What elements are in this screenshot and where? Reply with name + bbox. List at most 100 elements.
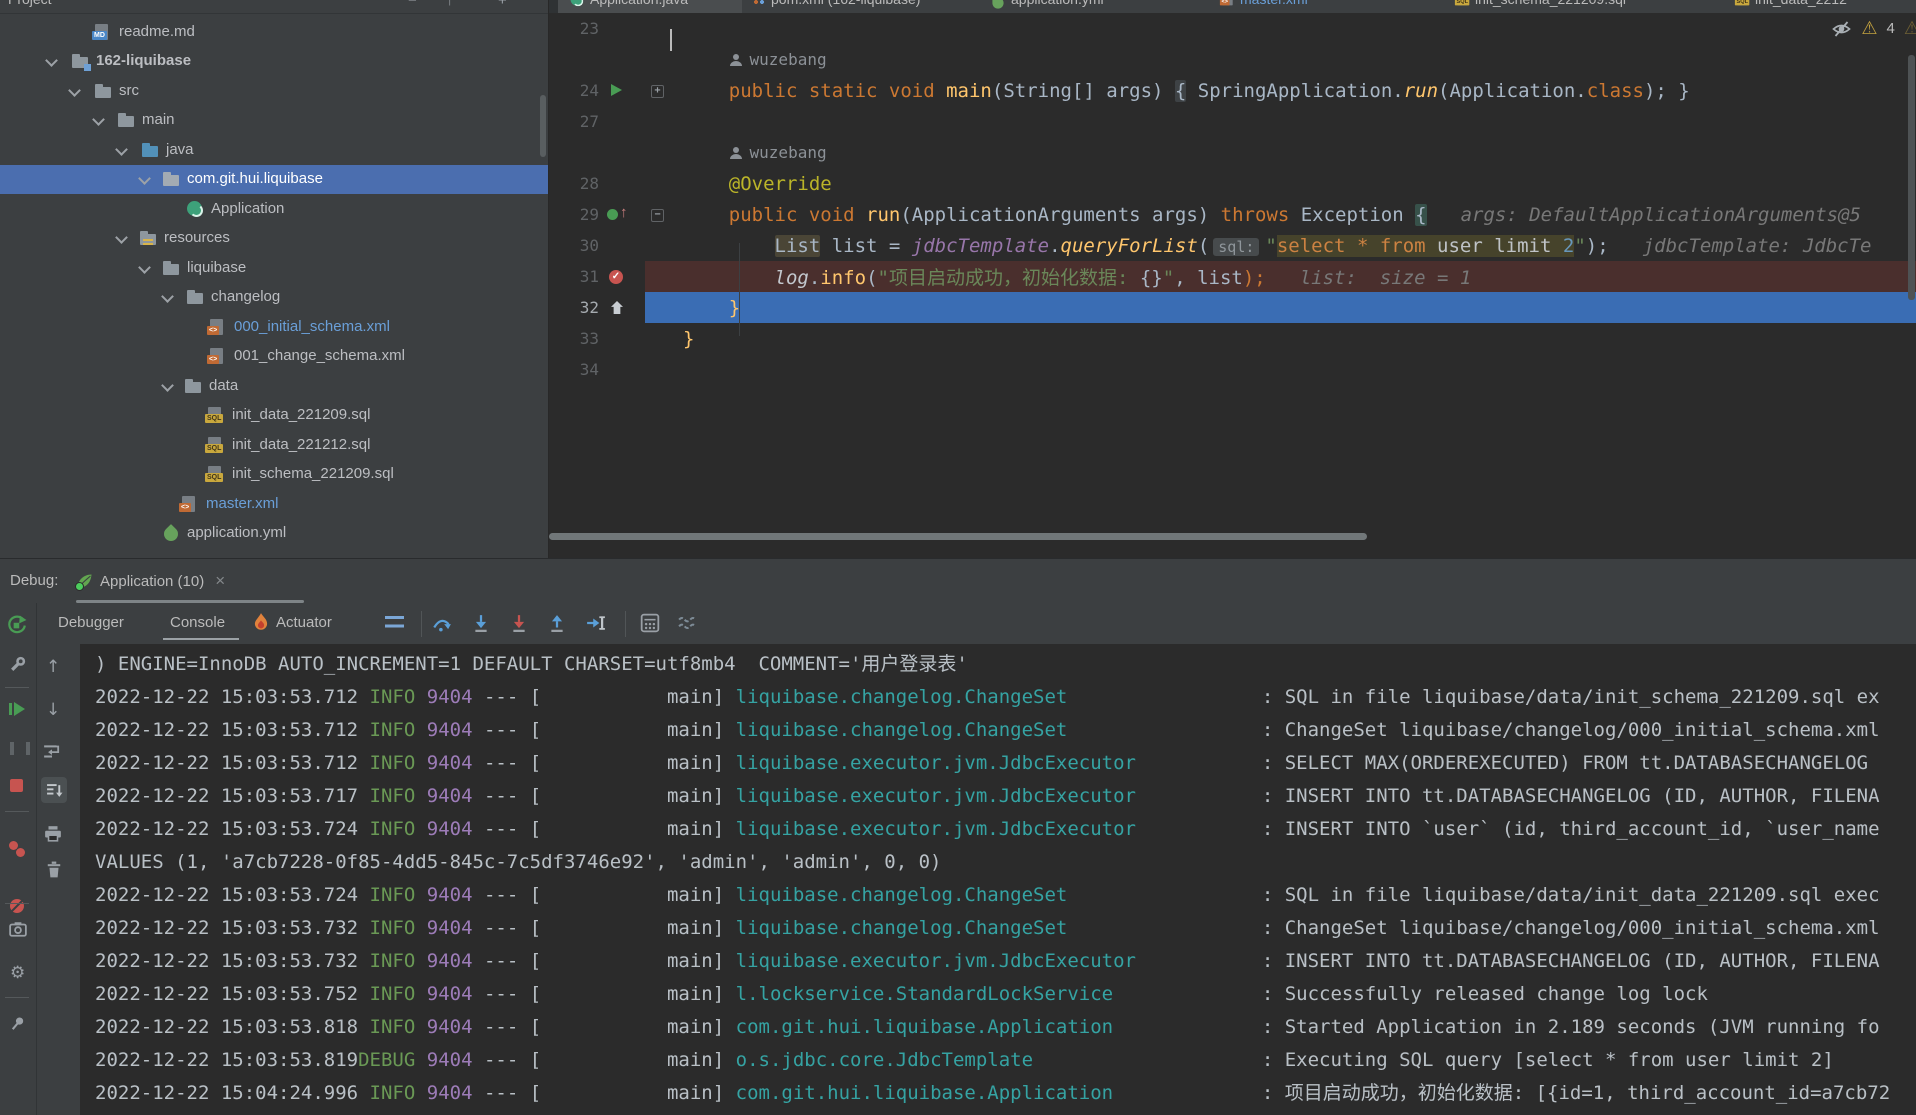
- rail-separator: [5, 811, 29, 812]
- tree-item-main[interactable]: main: [0, 106, 548, 135]
- tree-scrollbar[interactable]: [540, 95, 546, 157]
- tree-item-readme[interactable]: readme.md: [0, 18, 548, 47]
- folder-icon: [118, 112, 135, 128]
- breakpoint-icon[interactable]: ✓: [609, 270, 623, 284]
- actuator-flame-icon: [254, 613, 268, 630]
- tree-item-000-initial-schema[interactable]: 000_initial_schema.xml: [0, 313, 548, 342]
- tree-item-label: src: [119, 82, 139, 99]
- soft-wrap-icon[interactable]: [43, 743, 61, 759]
- collapse-all-icon[interactable]: −: [408, 0, 417, 9]
- sql-file-icon: [205, 407, 224, 423]
- view-breakpoints-icon[interactable]: [9, 841, 25, 857]
- tab-application-java[interactable]: Application.java: [558, 0, 743, 13]
- force-step-into-icon[interactable]: [510, 614, 528, 632]
- scroll-to-end-icon[interactable]: [46, 782, 63, 799]
- tree-item-java[interactable]: java: [0, 136, 548, 165]
- fold-expand-icon[interactable]: +: [651, 85, 664, 98]
- tree-item-src[interactable]: src: [0, 77, 548, 106]
- chevron-down-icon[interactable]: [45, 54, 58, 67]
- tree-item-liquibase[interactable]: liquibase: [0, 254, 548, 283]
- chevron-down-icon[interactable]: [161, 290, 174, 303]
- tree-item-application-yml[interactable]: application.yml: [0, 519, 548, 548]
- settings-wrench-icon[interactable]: [9, 656, 26, 673]
- pin-tab-icon[interactable]: [9, 1015, 26, 1032]
- line-number: 24: [579, 81, 599, 100]
- tree-item-init-data-221212[interactable]: init_data_221212.sql: [0, 431, 548, 460]
- rerun-icon[interactable]: [7, 615, 27, 635]
- debug-session-tab[interactable]: Application (10) ×: [75, 564, 225, 598]
- editor-horizontal-scrollbar[interactable]: [549, 533, 1367, 540]
- scroll-to-source-icon[interactable]: ↑: [446, 0, 454, 9]
- tree-item-changelog[interactable]: changelog: [0, 283, 548, 312]
- close-icon[interactable]: ×: [215, 571, 225, 591]
- tab-actuator[interactable]: Actuator: [276, 614, 332, 631]
- highlighting-off-eye-icon[interactable]: [1831, 19, 1852, 39]
- tree-item-label: 001_change_schema.xml: [234, 347, 405, 364]
- chevron-down-icon[interactable]: [138, 261, 151, 274]
- hide-panel-icon[interactable]: +: [498, 0, 507, 9]
- stop-icon[interactable]: [10, 779, 23, 792]
- editor-vertical-scrollbar[interactable]: [1908, 55, 1915, 300]
- tab-label: init_schema_221209.sql: [1475, 0, 1626, 7]
- layout-settings-icon[interactable]: [385, 616, 404, 630]
- next-occurrence-icon[interactable]: ↓: [46, 700, 60, 720]
- chevron-down-icon[interactable]: [115, 231, 128, 244]
- chevron-down-icon[interactable]: [161, 379, 174, 392]
- tab-init-data-sql[interactable]: init_data_2212: [1725, 0, 1916, 13]
- ide-window: Project − ↑ + readme.md 162-liquibase sr…: [0, 0, 1916, 1115]
- tab-init-schema-sql[interactable]: init_schema_221209.sql: [1445, 0, 1726, 13]
- debugger-settings-gear-icon[interactable]: ⚙: [10, 963, 25, 983]
- console-line: 2022-12-22 15:03:53.732 INFO 9404 --- [ …: [95, 950, 1880, 972]
- tree-item-master-xml[interactable]: master.xml: [0, 490, 548, 519]
- toolbar-separator: [421, 611, 422, 637]
- print-icon[interactable]: [44, 825, 62, 842]
- run-to-cursor-icon[interactable]: [586, 614, 606, 632]
- tree-item-label: init_schema_221209.sql: [232, 465, 394, 482]
- text-caret: [670, 29, 672, 51]
- tab-debugger[interactable]: Debugger: [58, 614, 124, 631]
- mute-breakpoints-icon[interactable]: [10, 899, 24, 913]
- prev-occurrence-icon[interactable]: ↑: [46, 657, 60, 677]
- line-number: 28: [579, 174, 599, 193]
- tab-application-yml[interactable]: application.yml: [980, 0, 1211, 13]
- thread-dump-camera-icon[interactable]: [9, 921, 27, 937]
- step-out-icon[interactable]: [548, 614, 566, 632]
- console-output[interactable]: ) ENGINE=InnoDB AUTO_INCREMENT=1 DEFAULT…: [80, 644, 1916, 1115]
- implementing-method-icon[interactable]: [607, 209, 618, 220]
- tree-item-resources[interactable]: resources: [0, 224, 548, 253]
- tab-console[interactable]: Console: [170, 614, 225, 631]
- pause-program-icon[interactable]: [10, 742, 30, 755]
- toolbar-separator: [625, 611, 626, 637]
- tab-pom-xml[interactable]: pom.xml (162-liquibase): [742, 0, 981, 13]
- spring-boot-run-icon: [75, 573, 93, 591]
- inspection-widget[interactable]: ⚠ 4 ⚠: [1831, 18, 1916, 39]
- tree-item-package-selected[interactable]: com.git.hui.liquibase: [0, 165, 548, 194]
- override-arrow-icon[interactable]: ↑: [620, 204, 628, 221]
- chevron-down-icon[interactable]: [138, 172, 151, 185]
- step-into-icon[interactable]: [472, 614, 490, 632]
- resume-program-icon[interactable]: [9, 702, 25, 716]
- tab-master-xml[interactable]: master.xml: [1210, 0, 1446, 13]
- console-tab-underline: [163, 638, 239, 640]
- tree-item-init-data-221209[interactable]: init_data_221209.sql: [0, 401, 548, 430]
- tab-label: application.yml: [1011, 0, 1104, 7]
- muted-watches-icon[interactable]: [678, 615, 698, 631]
- tree-item-001-change-schema[interactable]: 001_change_schema.xml: [0, 342, 548, 371]
- folder-icon: [185, 378, 202, 394]
- chevron-down-icon[interactable]: [115, 143, 128, 156]
- chevron-down-icon[interactable]: [68, 84, 81, 97]
- tree-item-data[interactable]: data: [0, 372, 548, 401]
- chevron-down-icon[interactable]: [92, 113, 105, 126]
- debug-tool-window: Debug: Application (10) × Debugger Conso…: [0, 558, 1916, 1115]
- step-over-icon[interactable]: [432, 614, 452, 632]
- run-main-icon[interactable]: [611, 84, 622, 96]
- weak-warning-icon: ⚠: [1903, 18, 1916, 38]
- tree-item-init-schema-221209[interactable]: init_schema_221209.sql: [0, 460, 548, 489]
- tree-item-162-liquibase[interactable]: 162-liquibase: [0, 47, 548, 76]
- tree-item-label: java: [166, 141, 194, 158]
- tree-item-application-class[interactable]: Application: [0, 195, 548, 224]
- clear-console-trash-icon[interactable]: [46, 861, 62, 878]
- fold-collapse-icon[interactable]: −: [651, 209, 664, 222]
- evaluate-expression-icon[interactable]: [640, 613, 660, 633]
- spring-boot-class-icon: [187, 201, 203, 217]
